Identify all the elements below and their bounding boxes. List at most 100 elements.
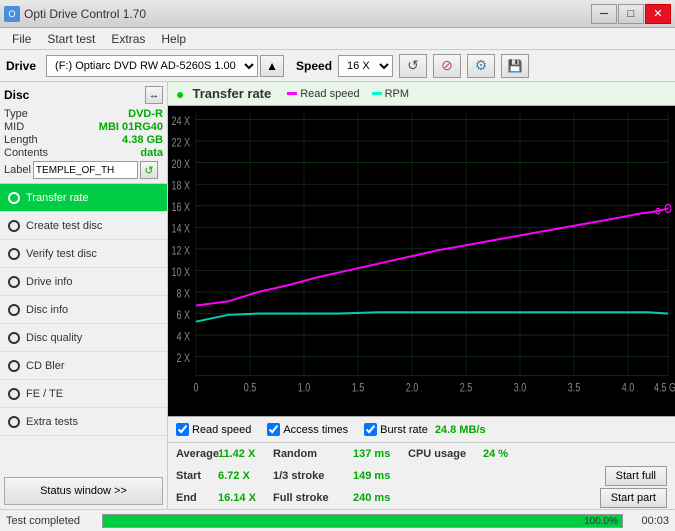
progress-bar: 100.0% bbox=[102, 514, 623, 528]
nav-fe-te[interactable]: FE / TE bbox=[0, 380, 167, 408]
burst-rate-value: 24.8 MB/s bbox=[435, 424, 486, 436]
nav-disc-info[interactable]: Disc info bbox=[0, 296, 167, 324]
svg-text:3.5: 3.5 bbox=[568, 382, 581, 396]
menu-extras[interactable]: Extras bbox=[103, 30, 153, 48]
start-value: 6.72 X bbox=[218, 470, 273, 482]
nav-extra-tests-label: Extra tests bbox=[26, 416, 78, 428]
nav-transfer-rate[interactable]: Transfer rate bbox=[0, 184, 167, 212]
restore-button[interactable]: □ bbox=[618, 4, 644, 24]
disc-length-label: Length bbox=[4, 134, 38, 146]
fe-te-icon bbox=[8, 388, 20, 400]
disc-header: Disc ↔ bbox=[4, 86, 163, 104]
access-times-check-group: Access times bbox=[267, 423, 348, 436]
start-full-button[interactable]: Start full bbox=[605, 466, 667, 486]
access-times-checkbox[interactable] bbox=[267, 423, 280, 436]
access-times-check-label: Access times bbox=[283, 424, 348, 436]
legend-read-speed-dot bbox=[287, 92, 297, 95]
nav-fe-te-label: FE / TE bbox=[26, 388, 63, 400]
main-content: Disc ↔ Type DVD-R MID MBI 01RG40 Length … bbox=[0, 82, 675, 509]
nav-drive-info[interactable]: Drive info bbox=[0, 268, 167, 296]
svg-text:14 X: 14 X bbox=[171, 222, 190, 236]
stats-rows: Average 11.42 X Random 137 ms CPU usage … bbox=[168, 442, 675, 509]
disc-arrow-button[interactable]: ↔ bbox=[145, 86, 163, 104]
cd-bler-icon bbox=[8, 360, 20, 372]
disc-quality-icon bbox=[8, 332, 20, 344]
svg-text:4.0: 4.0 bbox=[622, 382, 635, 396]
svg-text:6 X: 6 X bbox=[176, 309, 190, 323]
nav-verify-test-disc[interactable]: Verify test disc bbox=[0, 240, 167, 268]
eject-button[interactable]: ▲ bbox=[260, 55, 284, 77]
left-panel: Disc ↔ Type DVD-R MID MBI 01RG40 Length … bbox=[0, 82, 168, 509]
nav-disc-quality[interactable]: Disc quality bbox=[0, 324, 167, 352]
legend-rpm-dot bbox=[372, 92, 382, 95]
svg-text:4 X: 4 X bbox=[176, 330, 190, 344]
end-value: 16.14 X bbox=[218, 492, 273, 504]
speed-select[interactable]: 1 X2 X4 X8 X12 X16 XMax bbox=[338, 55, 393, 77]
nav-extra-tests[interactable]: Extra tests bbox=[0, 408, 167, 436]
svg-text:16 X: 16 X bbox=[171, 201, 190, 215]
title-bar: O Opti Drive Control 1.70 ─ □ ✕ bbox=[0, 0, 675, 28]
drive-bar: Drive (F:) Optiarc DVD RW AD-5260S 1.00 … bbox=[0, 50, 675, 82]
svg-text:2.0: 2.0 bbox=[406, 382, 419, 396]
status-text: Test completed bbox=[6, 515, 96, 527]
cpu-usage-label: CPU usage bbox=[408, 448, 483, 460]
cpu-usage-value: 24 % bbox=[483, 448, 533, 460]
menu-file[interactable]: File bbox=[4, 30, 39, 48]
minimize-button[interactable]: ─ bbox=[591, 4, 617, 24]
legend-rpm-label: RPM bbox=[385, 88, 409, 100]
nav-verify-test-disc-label: Verify test disc bbox=[26, 248, 97, 260]
status-window-button[interactable]: Status window >> bbox=[4, 477, 163, 505]
svg-text:18 X: 18 X bbox=[171, 179, 190, 193]
close-button[interactable]: ✕ bbox=[645, 4, 671, 24]
burst-rate-checkbox[interactable] bbox=[364, 423, 377, 436]
random-value: 137 ms bbox=[353, 448, 408, 460]
disc-contents-row: Contents data bbox=[4, 147, 163, 159]
nav-cd-bler-label: CD Bler bbox=[26, 360, 65, 372]
disc-label-row: Label ↺ bbox=[4, 161, 163, 179]
app-icon: O bbox=[4, 6, 20, 22]
stats-checkbox-bar: Read speed Access times Burst rate 24.8 … bbox=[168, 416, 675, 442]
disc-refresh-button[interactable]: ↺ bbox=[140, 161, 158, 179]
svg-text:3.0: 3.0 bbox=[514, 382, 527, 396]
legend-rpm: RPM bbox=[372, 88, 409, 100]
disc-title: Disc bbox=[4, 88, 29, 102]
start-label: Start bbox=[176, 470, 218, 482]
disc-label-label: Label bbox=[4, 164, 31, 176]
stats-row-average: Average 11.42 X Random 137 ms CPU usage … bbox=[168, 443, 675, 465]
chart-header: ● Transfer rate Read speed RPM bbox=[168, 82, 675, 106]
disc-type-value: DVD-R bbox=[128, 108, 163, 120]
disc-mid-row: MID MBI 01RG40 bbox=[4, 121, 163, 133]
start-part-button[interactable]: Start part bbox=[600, 488, 667, 508]
menu-help[interactable]: Help bbox=[153, 30, 194, 48]
menu-start-test[interactable]: Start test bbox=[39, 30, 103, 48]
refresh-drive-button[interactable]: ↺ bbox=[399, 54, 427, 78]
disc-mid-label: MID bbox=[4, 121, 24, 133]
drive-select[interactable]: (F:) Optiarc DVD RW AD-5260S 1.00 bbox=[46, 55, 258, 77]
chart-area: 24 X 22 X 20 X 18 X 16 X 14 X 12 X 10 X … bbox=[168, 106, 675, 416]
disc-info-icon bbox=[8, 304, 20, 316]
chart-title: Transfer rate bbox=[192, 86, 271, 101]
svg-text:2 X: 2 X bbox=[176, 352, 190, 366]
read-speed-check-label: Read speed bbox=[192, 424, 251, 436]
chart-svg: 24 X 22 X 20 X 18 X 16 X 14 X 12 X 10 X … bbox=[168, 106, 675, 416]
burst-rate-check-label: Burst rate bbox=[380, 424, 428, 436]
save-button[interactable]: 💾 bbox=[501, 54, 529, 78]
read-speed-check-group: Read speed bbox=[176, 423, 251, 436]
nav-cd-bler[interactable]: CD Bler bbox=[0, 352, 167, 380]
svg-text:12 X: 12 X bbox=[171, 244, 190, 258]
disc-label-input[interactable] bbox=[33, 161, 138, 179]
time-display: 00:03 bbox=[629, 515, 669, 527]
svg-text:1.5: 1.5 bbox=[352, 382, 365, 396]
disc-type-label: Type bbox=[4, 108, 28, 120]
svg-text:8 X: 8 X bbox=[176, 287, 190, 301]
read-speed-checkbox[interactable] bbox=[176, 423, 189, 436]
speed-label: Speed bbox=[296, 59, 332, 73]
menu-bar: File Start test Extras Help bbox=[0, 28, 675, 50]
nav-create-test-disc[interactable]: Create test disc bbox=[0, 212, 167, 240]
drive-label: Drive bbox=[6, 59, 36, 73]
eraser-button[interactable]: ⊘ bbox=[433, 54, 461, 78]
create-test-disc-icon bbox=[8, 220, 20, 232]
svg-text:22 X: 22 X bbox=[171, 136, 190, 150]
settings-button[interactable]: ⚙ bbox=[467, 54, 495, 78]
disc-contents-value: data bbox=[140, 147, 163, 159]
